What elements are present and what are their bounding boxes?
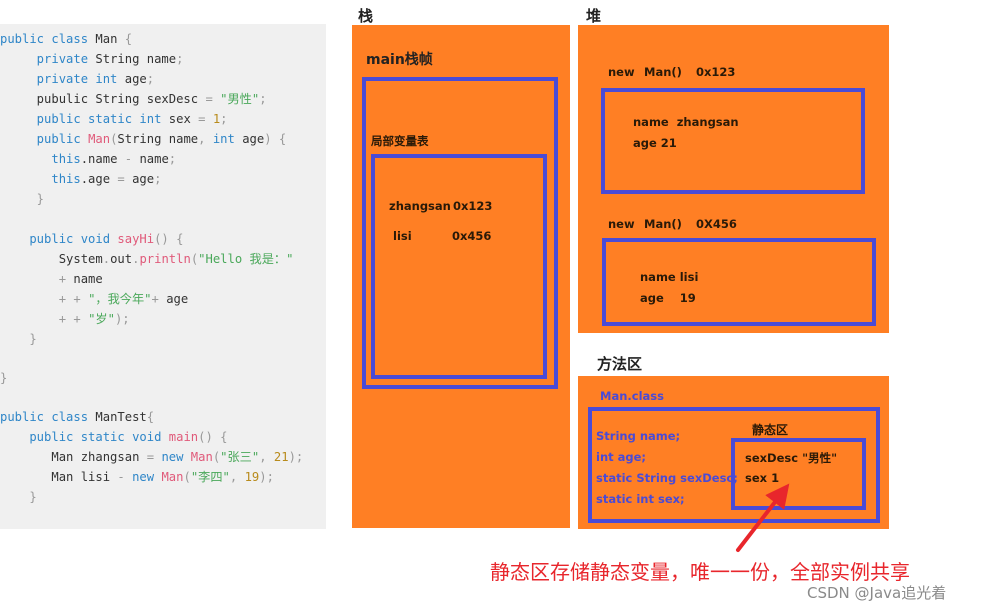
annotation-caption: 静态区存储静态变量，唯一一份，全部实例共享 xyxy=(490,560,910,584)
watermark: CSDN @Java追光着 xyxy=(807,584,947,602)
arrow-icon xyxy=(736,483,790,552)
arrow-annotation xyxy=(736,483,790,552)
